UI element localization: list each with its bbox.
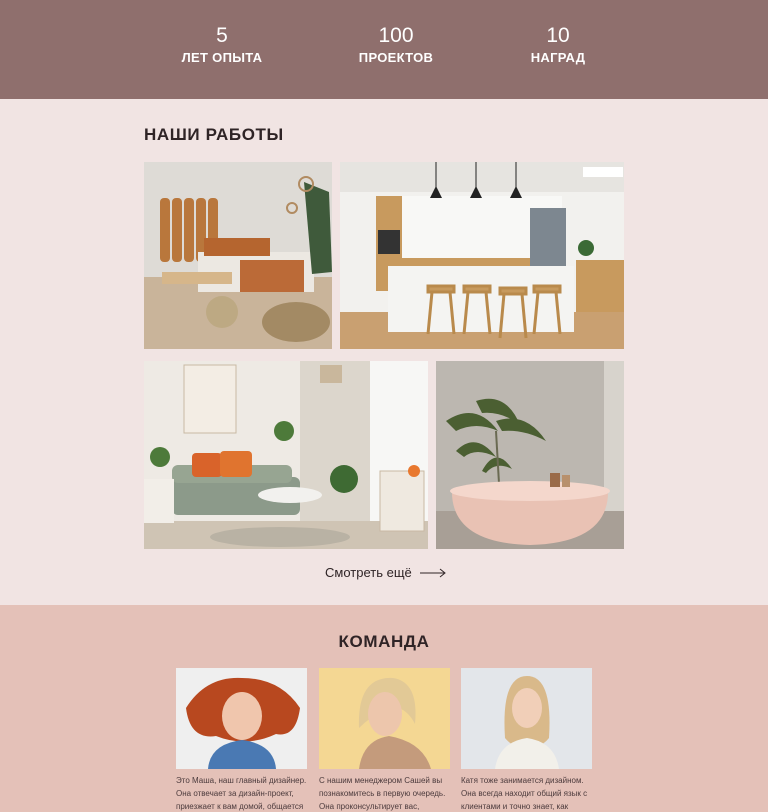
team-section: КОМАНДА Это Маша, наш главный дизайнер. … xyxy=(0,605,768,812)
photo-bathroom[interactable] xyxy=(436,361,624,549)
stat-projects: 100 ПРОЕКТОВ xyxy=(331,24,461,66)
arrow-right-icon xyxy=(419,568,446,577)
member-description: Это Маша, наш главный дизайнер. Она отве… xyxy=(176,776,307,811)
stat-number: 10 xyxy=(546,24,570,47)
team-member-katya: Катя тоже занимается дизайном. Она всегд… xyxy=(461,668,592,812)
team-member-sasha: С нашим менеджером Сашей вы познакомитес… xyxy=(319,668,450,812)
stat-number: 5 xyxy=(216,24,228,47)
stat-label: ЛЕТ ОПЫТА xyxy=(181,50,263,65)
stat-awards: 10 НАГРАД xyxy=(493,24,623,66)
view-more-link[interactable]: Смотреть ещё xyxy=(325,565,446,580)
stat-label: НАГРАД xyxy=(530,50,586,65)
member-description: Катя тоже занимается дизайном. Она всегд… xyxy=(461,776,588,811)
stat-experience: 5 ЛЕТ ОПЫТА xyxy=(157,24,287,66)
avatar xyxy=(176,668,307,769)
photo-bedroom[interactable] xyxy=(144,162,332,349)
team-title: КОМАНДА xyxy=(338,632,430,651)
team-member-masha: Это Маша, наш главный дизайнер. Она отве… xyxy=(176,668,307,812)
member-description: С нашим менеджером Сашей вы познакомитес… xyxy=(319,776,446,811)
works-section: НАШИ РАБОТЫ Смотреть ещё xyxy=(0,99,768,605)
stats-bar: 5 ЛЕТ ОПЫТА 100 ПРОЕКТОВ 10 НАГРАД xyxy=(0,0,768,99)
photo-living-room[interactable] xyxy=(144,361,428,549)
works-title: НАШИ РАБОТЫ xyxy=(144,125,284,144)
avatar xyxy=(461,668,592,769)
avatar xyxy=(319,668,450,769)
photo-kitchen[interactable] xyxy=(340,162,624,349)
stat-number: 100 xyxy=(378,24,414,47)
view-more-label: Смотреть ещё xyxy=(325,565,412,580)
stat-label: ПРОЕКТОВ xyxy=(358,50,434,65)
